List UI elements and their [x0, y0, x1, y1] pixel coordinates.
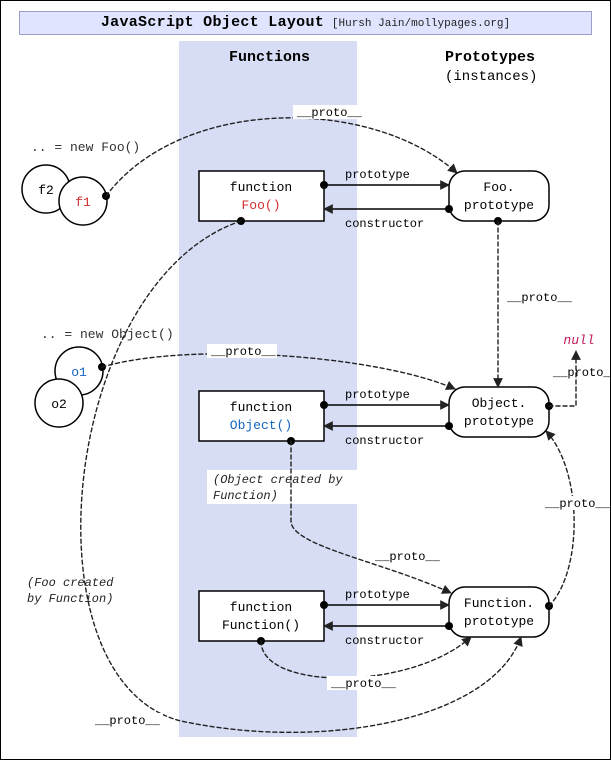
svg-text:__proto__: __proto__ — [552, 366, 611, 380]
svg-text:Foo(): Foo() — [241, 198, 280, 213]
new-obj-caption: .. = new Object() — [41, 327, 174, 342]
svg-text:prototype: prototype — [345, 588, 410, 602]
box-function-foo: function Foo() — [199, 171, 324, 221]
edge-funcproto-proto — [546, 431, 574, 606]
svg-text:function: function — [230, 180, 292, 195]
svg-text:prototype: prototype — [464, 414, 534, 429]
svg-text:Function): Function) — [213, 489, 278, 503]
chip-foo-prototype: Foo. prototype — [449, 171, 549, 221]
new-foo-caption: .. = new Foo() — [31, 140, 140, 155]
svg-text:constructor: constructor — [345, 434, 424, 448]
svg-text:prototype: prototype — [464, 198, 534, 213]
svg-text:f2: f2 — [38, 183, 54, 198]
svg-text:function: function — [230, 400, 292, 415]
svg-text:prototype: prototype — [345, 168, 410, 182]
svg-text:by Function): by Function) — [27, 592, 113, 606]
svg-text:__proto__: __proto__ — [296, 106, 363, 120]
box-function-function: function Function() — [199, 591, 324, 641]
svg-text:prototype: prototype — [345, 388, 410, 402]
svg-text:Object(): Object() — [230, 418, 292, 433]
svg-text:(Foo created: (Foo created — [27, 576, 114, 590]
null-value: null — [563, 333, 594, 348]
svg-text:constructor: constructor — [345, 217, 424, 231]
svg-text:function: function — [230, 600, 292, 615]
box-function-object: function Object() — [199, 391, 324, 441]
svg-text:__proto__: __proto__ — [94, 714, 161, 728]
svg-text:Function.: Function. — [464, 596, 534, 611]
svg-text:prototype: prototype — [464, 614, 534, 629]
svg-text:__proto__: __proto__ — [210, 345, 277, 359]
svg-text:o2: o2 — [51, 397, 67, 412]
svg-text:constructor: constructor — [345, 634, 424, 648]
svg-text:Object.: Object. — [472, 396, 527, 411]
svg-text:f1: f1 — [75, 195, 91, 210]
svg-text:__proto__: __proto__ — [506, 291, 573, 305]
svg-text:o1: o1 — [71, 365, 87, 380]
svg-text:__proto__: __proto__ — [374, 550, 441, 564]
chip-object-prototype: Object. prototype — [449, 387, 549, 437]
svg-text:__proto__: __proto__ — [330, 677, 397, 691]
svg-text:Function(): Function() — [222, 618, 300, 633]
svg-text:(Object created by: (Object created by — [213, 473, 343, 487]
diagram-canvas: function Foo() function Object() functio… — [1, 1, 611, 761]
chip-function-prototype: Function. prototype — [449, 587, 549, 637]
note-foo-by-function: (Foo created by Function) — [23, 573, 133, 607]
svg-text:__proto__: __proto__ — [544, 497, 611, 511]
edge-o1-proto — [102, 354, 455, 389]
note-object-by-function: (Object created by Function) — [207, 470, 357, 504]
edge-object-fnproto — [291, 441, 451, 593]
svg-text:Foo.: Foo. — [483, 180, 514, 195]
